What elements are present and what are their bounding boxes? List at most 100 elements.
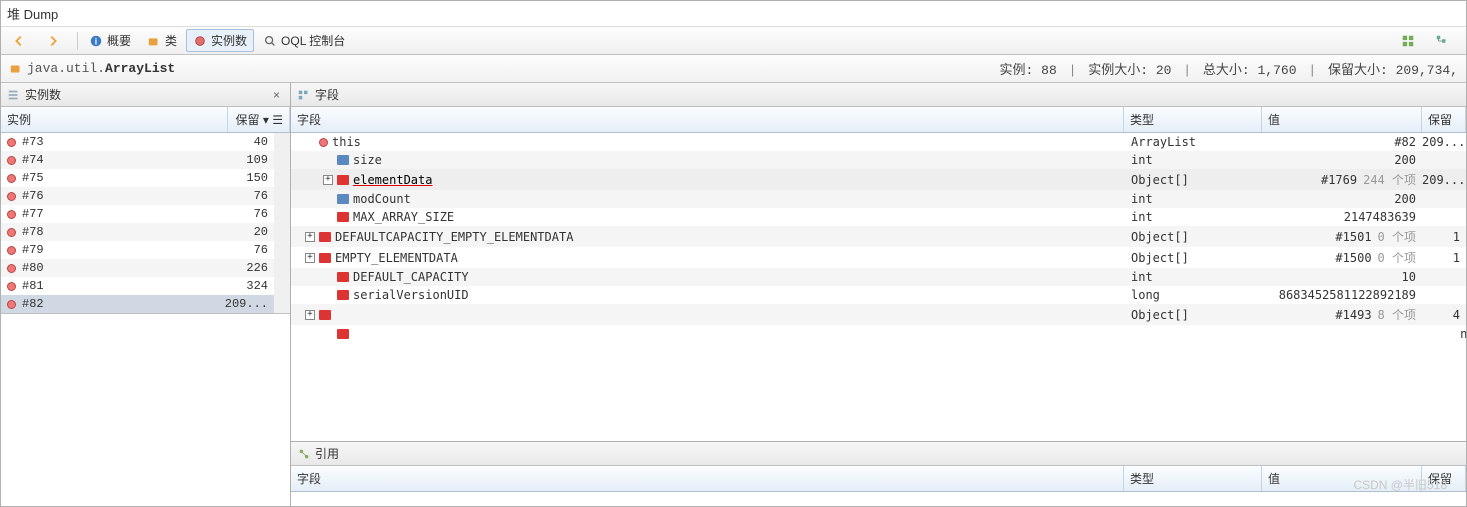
table-row[interactable]: +Object[]#14938 个项4 (291, 304, 1466, 325)
col-type[interactable]: 类型 (1124, 107, 1262, 132)
field-icon (337, 175, 349, 185)
classes-button[interactable]: 类 (140, 29, 184, 52)
field-icon (337, 155, 349, 165)
instance-name: #79 (22, 243, 44, 257)
table-row[interactable]: +DEFAULTCAPACITY_EMPTY_ELEMENTDATAObject… (291, 226, 1466, 247)
table-row[interactable]: DEFAULT_CAPACITYint10 (291, 268, 1466, 286)
retained-value: 150 (212, 171, 268, 185)
expander-icon[interactable]: + (305, 253, 315, 263)
value-suffix: 244 个项 (1363, 173, 1416, 187)
table-row[interactable]: #75150 (1, 169, 274, 187)
expander-icon[interactable]: + (305, 310, 315, 320)
field-value: 8683452581122892189 (1262, 288, 1422, 302)
fields-table-header: 字段 类型 值 保留 (291, 107, 1466, 133)
forward-button[interactable] (39, 31, 71, 51)
table-row[interactable]: serialVersionUIDlong8683452581122892189 (291, 286, 1466, 304)
retained-value: 76 (212, 243, 268, 257)
field-icon (337, 329, 349, 339)
field-name: DEFAULTCAPACITY_EMPTY_ELEMENTDATA (335, 230, 573, 244)
field-name: size (353, 153, 382, 167)
instance-icon (7, 156, 16, 165)
back-button[interactable] (5, 31, 37, 51)
table-row[interactable]: #81324 (1, 277, 274, 295)
oql-button[interactable]: OQL 控制台 (256, 29, 352, 52)
field-value: 200 (1262, 153, 1422, 167)
field-icon (319, 253, 331, 263)
table-row[interactable]: #74109 (1, 151, 274, 169)
refs-table-header: 字段 类型 值 保留 (291, 466, 1466, 492)
table-row[interactable]: thisArrayList#82209... (291, 133, 1466, 151)
table-row[interactable]: sizeint200 (291, 151, 1466, 169)
instance-icon (7, 246, 16, 255)
table-row[interactable]: #7676 (1, 187, 274, 205)
field-value: #15000 个项 (1262, 249, 1422, 266)
instance-icon (7, 192, 16, 201)
table-row[interactable]: +EMPTY_ELEMENTDATAObject[]#15000 个项1 (291, 247, 1466, 268)
table-row[interactable]: #77 76 (1, 205, 274, 223)
empty-pane (1, 313, 290, 506)
close-icon[interactable]: × (269, 88, 284, 102)
class-name: ArrayList (105, 61, 175, 76)
col-type[interactable]: 类型 (1124, 466, 1262, 491)
col-value[interactable]: 值 (1262, 107, 1422, 132)
scrollbar[interactable] (274, 133, 290, 313)
col-field[interactable]: 字段 (291, 107, 1124, 132)
view-mode-2-button[interactable] (1428, 31, 1460, 51)
col-field[interactable]: 字段 (291, 466, 1124, 491)
instances-table-header: 实例 保留 ▾ ☰ (1, 107, 290, 133)
svg-text:i: i (95, 36, 97, 46)
expander-icon[interactable]: + (305, 232, 315, 242)
instances-table-body[interactable]: #7340#74109#75150#7676 #77 76 #7820 #79 76 #80… (1, 133, 274, 313)
field-type: ArrayList (1124, 135, 1262, 149)
menu-icon[interactable]: ☰ (272, 113, 283, 127)
fields-table-body[interactable]: thisArrayList#82209...sizeint200+element… (291, 133, 1466, 441)
col-value[interactable]: 值 (1262, 466, 1422, 491)
instance-icon (7, 282, 16, 291)
expander-icon[interactable]: + (323, 175, 333, 185)
table-row[interactable]: +elementDataObject[]#1769244 个项209... (291, 169, 1466, 190)
table-row[interactable]: #7340 (1, 133, 274, 151)
sort-desc-icon: ▾ (263, 113, 269, 127)
retained-value: 76 (212, 207, 268, 221)
classes-label: 类 (165, 32, 177, 49)
table-row[interactable]: MAX_ARRAY_SIZEint2147483639 (291, 208, 1466, 226)
class-icon (9, 62, 23, 76)
field-type: int (1124, 210, 1262, 224)
instance-name: #80 (22, 261, 44, 275)
instance-icon (7, 174, 16, 183)
field-type: null (1328, 327, 1466, 341)
instances-button[interactable]: 实例数 (186, 29, 254, 52)
table-row[interactable]: #79 76 (1, 241, 274, 259)
field-name: serialVersionUID (353, 288, 469, 302)
table-row[interactable]: #80226 (1, 259, 274, 277)
tree-icon (1435, 34, 1449, 48)
field-icon (337, 290, 349, 300)
col-retained[interactable]: 保留 ▾ ☰ (228, 107, 290, 132)
table-row[interactable]: #7820 (1, 223, 274, 241)
instances-label: 实例数 (211, 32, 247, 49)
retained-value: 109 (212, 153, 268, 167)
field-name: DEFAULT_CAPACITY (353, 270, 469, 284)
field-retained: 1 (1422, 251, 1466, 265)
refs-icon (297, 447, 311, 461)
table-row[interactable]: null (291, 325, 1466, 343)
retained-value: 324 (212, 279, 268, 293)
col-retained[interactable]: 保留 (1422, 466, 1466, 491)
arrow-right-icon (46, 34, 60, 48)
table-row[interactable]: modCountint200 (291, 190, 1466, 208)
instance-name: #82 (22, 297, 44, 311)
instance-icon (7, 138, 16, 147)
col-retained[interactable]: 保留 (1422, 107, 1466, 132)
fields-panel-header: 字段 (291, 83, 1466, 107)
field-value: #15010 个项 (1262, 228, 1422, 245)
field-type: Object[] (1124, 251, 1262, 265)
col-instance[interactable]: 实例 (1, 107, 228, 132)
instance-name: #77 (22, 207, 44, 221)
table-row[interactable]: #82209... (1, 295, 274, 313)
overview-button[interactable]: i 概要 (82, 29, 138, 52)
overview-label: 概要 (107, 32, 131, 49)
instance-name: #78 (22, 225, 44, 239)
view-mode-1-button[interactable] (1394, 31, 1426, 51)
separator (77, 32, 78, 50)
grid-icon (1401, 34, 1415, 48)
